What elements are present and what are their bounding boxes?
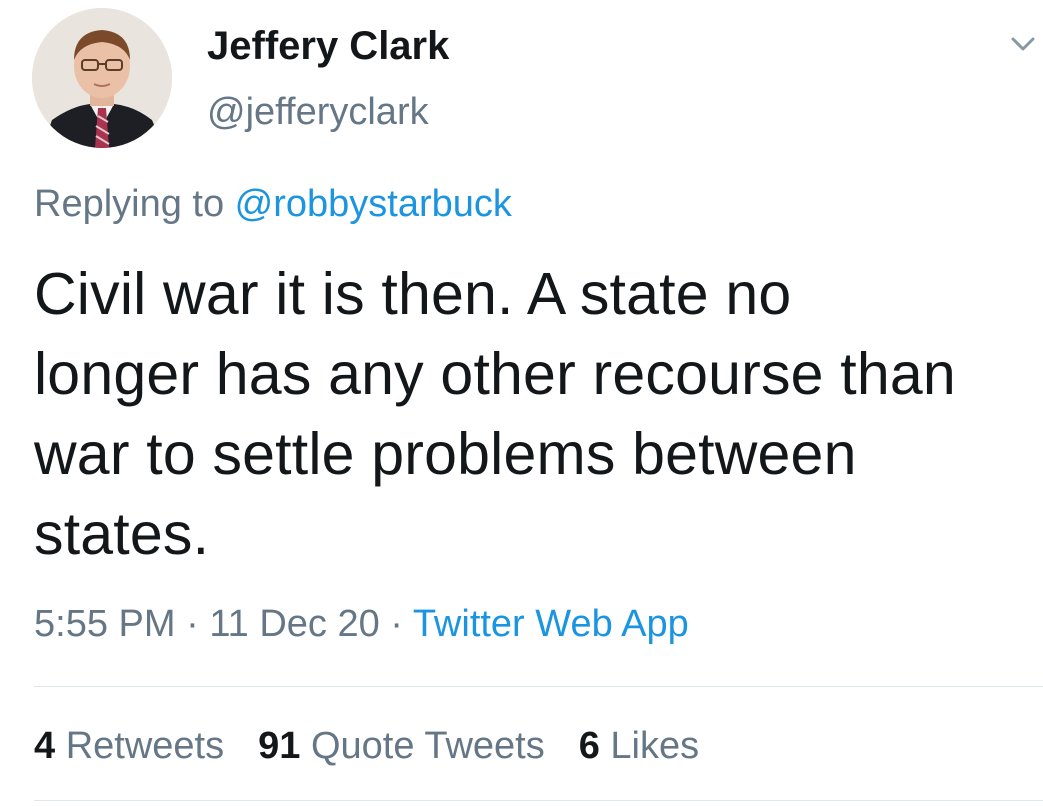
- reply-mention-link[interactable]: @robbystarbuck: [235, 183, 512, 225]
- retweets-stat[interactable]: 4 Retweets: [34, 725, 224, 767]
- meta-separator: ·: [175, 603, 210, 645]
- tweet-text: Civil war it is then. A state no longer …: [34, 254, 1039, 574]
- tweet-date[interactable]: 11 Dec 20: [209, 603, 379, 645]
- author-display-name[interactable]: Jeffery Clark: [207, 22, 449, 70]
- chevron-down-icon[interactable]: [1003, 30, 1043, 60]
- tweet-text-line: states.: [34, 501, 210, 567]
- tweet-text-line: war to settle problems between: [34, 421, 857, 487]
- tweet-text-line: longer has any other recourse than: [34, 341, 956, 407]
- likes-stat[interactable]: 6 Likes: [579, 725, 699, 767]
- divider: [34, 686, 1043, 687]
- retweets-label: Retweets: [55, 725, 225, 767]
- tweet-source-link[interactable]: Twitter Web App: [413, 603, 689, 645]
- tweet-text-line: Civil war it is then. A state no: [34, 261, 792, 327]
- tweet-stats: 4 Retweets 91 Quote Tweets 6 Likes: [34, 722, 733, 770]
- retweets-count: 4: [34, 725, 56, 767]
- replying-to: Replying to @robbystarbuck: [34, 180, 512, 228]
- author-handle[interactable]: @jefferyclark: [207, 88, 429, 136]
- likes-label: Likes: [599, 725, 700, 767]
- replying-prefix: Replying to: [34, 183, 235, 225]
- avatar-photo: [32, 8, 172, 148]
- meta-separator: ·: [379, 603, 413, 645]
- quote-tweets-count: 91: [258, 725, 301, 767]
- tweet-meta: 5:55 PM · 11 Dec 20 · Twitter Web App: [34, 600, 689, 648]
- tweet-time[interactable]: 5:55 PM: [34, 603, 176, 645]
- quote-tweets-label: Quote Tweets: [300, 725, 545, 767]
- divider: [34, 800, 1043, 801]
- likes-count: 6: [578, 725, 600, 767]
- avatar[interactable]: [32, 8, 172, 148]
- quote-tweets-stat[interactable]: 91 Quote Tweets: [258, 725, 545, 767]
